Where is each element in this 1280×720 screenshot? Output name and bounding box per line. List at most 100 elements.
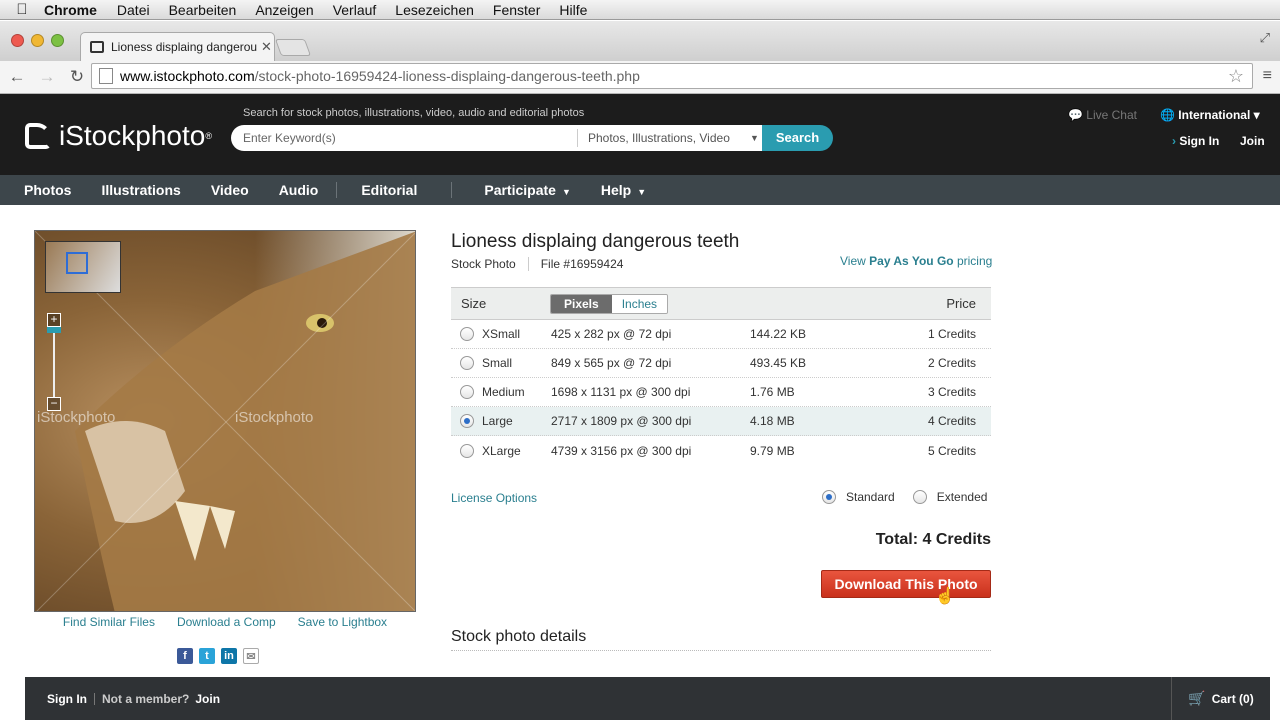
- zoom-in-icon[interactable]: +: [47, 313, 61, 327]
- table-row[interactable]: Large 2717 x 1809 px @ 300 dpi 4.18 MB 4…: [451, 407, 991, 436]
- size-radio[interactable]: [460, 356, 474, 370]
- menu-lesezeichen[interactable]: Lesezeichen: [395, 2, 474, 18]
- extended-license-radio[interactable]: [912, 490, 927, 504]
- size-radio-selected[interactable]: [460, 414, 474, 428]
- nav-participate[interactable]: Participate ▼: [452, 182, 571, 198]
- nav-video[interactable]: Video: [187, 182, 249, 198]
- app-menu-chrome[interactable]: Chrome: [44, 2, 97, 18]
- page-icon: [99, 68, 113, 84]
- forward-icon[interactable]: →: [34, 67, 60, 87]
- sign-in-link[interactable]: › Sign In: [1172, 134, 1219, 148]
- menu-anzeigen[interactable]: Anzeigen: [255, 2, 313, 18]
- facebook-icon[interactable]: f: [177, 648, 193, 664]
- browser-toolbar: ← → ↻ www.istockphoto.com/stock-photo-16…: [0, 61, 1280, 94]
- chrome-menu-icon[interactable]: ≡: [1263, 67, 1272, 85]
- international-selector[interactable]: 🌐 International ▾: [1160, 108, 1260, 122]
- save-lightbox-link[interactable]: Save to Lightbox: [298, 615, 387, 629]
- zoom-window-button[interactable]: [51, 34, 64, 47]
- standard-license-label: Standard: [846, 490, 895, 504]
- search-category-select[interactable]: Photos, Illustrations, Video: [578, 131, 750, 145]
- unit-pixels-button[interactable]: Pixels: [551, 294, 612, 313]
- chevron-down-icon[interactable]: ▼: [750, 133, 759, 143]
- menu-datei[interactable]: Datei: [117, 2, 150, 18]
- mac-menu-bar:  Chrome Datei Bearbeiten Anzeigen Verla…: [0, 0, 1280, 20]
- nav-audio[interactable]: Audio: [255, 182, 338, 198]
- nav-illustrations[interactable]: Illustrations: [77, 182, 180, 198]
- navigator-selection[interactable]: [66, 252, 88, 274]
- cart-label: Cart (0): [1211, 691, 1254, 706]
- navigator-thumbnail[interactable]: [45, 241, 121, 293]
- live-chat-link[interactable]: 💬 Live Chat: [1068, 108, 1137, 122]
- photo-preview[interactable]: + − iStockphoto iStockphoto: [34, 230, 416, 612]
- minimize-window-button[interactable]: [31, 34, 44, 47]
- size-radio[interactable]: [460, 385, 474, 399]
- size-radio[interactable]: [460, 443, 474, 458]
- nav-photos[interactable]: Photos: [0, 182, 71, 198]
- table-row[interactable]: Small 849 x 565 px @ 72 dpi 493.45 KB 2 …: [451, 349, 991, 378]
- table-row[interactable]: XSmall 425 x 282 px @ 72 dpi 144.22 KB 1…: [451, 320, 991, 349]
- twitter-icon[interactable]: t: [199, 648, 215, 664]
- menu-hilfe[interactable]: Hilfe: [559, 2, 587, 18]
- paygo-bold: Pay As You Go: [869, 254, 954, 268]
- standard-license-radio[interactable]: [822, 490, 836, 504]
- search-button[interactable]: Search: [762, 125, 833, 151]
- zoom-track[interactable]: [53, 327, 55, 397]
- chat-bubble-icon: 💬: [1068, 108, 1087, 122]
- globe-icon: 🌐: [1160, 108, 1179, 122]
- size-name: Small: [482, 356, 513, 370]
- apple-icon[interactable]: : [0, 1, 44, 18]
- menu-fenster[interactable]: Fenster: [493, 2, 540, 18]
- main-nav: Photos Illustrations Video Audio Editori…: [0, 175, 1280, 205]
- cart-button[interactable]: 🛒 Cart (0): [1171, 677, 1270, 720]
- extended-license-label: Extended: [936, 490, 988, 504]
- nav-editorial[interactable]: Editorial: [343, 182, 417, 198]
- bottom-join-link[interactable]: Join: [195, 692, 220, 706]
- fullscreen-icon[interactable]: ⤢: [1260, 30, 1270, 46]
- logo-mark-icon: [25, 123, 51, 149]
- close-window-button[interactable]: [11, 34, 24, 47]
- address-bar[interactable]: www.istockphoto.com/stock-photo-16959424…: [91, 63, 1253, 89]
- size-dims: 4739 x 3156 px @ 300 dpi: [551, 443, 692, 458]
- bottom-divider: [94, 692, 95, 705]
- table-row[interactable]: XLarge 4739 x 3156 px @ 300 dpi 9.79 MB …: [451, 436, 991, 465]
- url-path: /stock-photo-16959424-lioness-displaing-…: [254, 68, 640, 84]
- menu-bearbeiten[interactable]: Bearbeiten: [169, 2, 237, 18]
- back-icon[interactable]: ←: [4, 67, 30, 87]
- unit-inches-button[interactable]: Inches: [611, 294, 668, 313]
- bookmark-star-icon[interactable]: ☆: [1228, 66, 1244, 87]
- size-filesize: 144.22 KB: [750, 327, 807, 341]
- new-tab-button[interactable]: [274, 39, 312, 56]
- tab-close-icon[interactable]: ✕: [261, 39, 272, 55]
- linkedin-icon[interactable]: in: [221, 648, 237, 664]
- bottom-bar: Sign In Not a member? Join 🛒 Cart (0): [25, 677, 1270, 720]
- table-row[interactable]: Medium 1698 x 1131 px @ 300 dpi 1.76 MB …: [451, 378, 991, 407]
- license-options-link[interactable]: License Options: [451, 491, 537, 505]
- pay-as-you-go-link[interactable]: View Pay As You Go pricing: [840, 254, 992, 268]
- share-icons: f t in ✉: [177, 648, 259, 664]
- bottom-sign-in-link[interactable]: Sign In: [47, 692, 87, 706]
- istockphoto-logo[interactable]: iStockphoto ®: [25, 120, 212, 152]
- search-input[interactable]: Enter Keyword(s): [231, 131, 577, 145]
- tab-title: Lioness displaing dangerous teeth: [111, 40, 257, 54]
- photo-meta: Stock Photo File #16959424: [451, 257, 623, 271]
- browser-tab[interactable]: Lioness displaing dangerous teeth ✕: [80, 32, 275, 61]
- nav-participate-label: Participate: [484, 182, 556, 198]
- search-hint: Search for stock photos, illustrations, …: [243, 107, 585, 119]
- find-similar-link[interactable]: Find Similar Files: [63, 615, 155, 629]
- size-radio[interactable]: [460, 327, 474, 341]
- nav-help[interactable]: Help ▼: [577, 182, 646, 198]
- zoom-knob[interactable]: [47, 327, 61, 333]
- reload-icon[interactable]: ↻: [64, 67, 90, 87]
- paygo-pre: View: [840, 254, 866, 268]
- download-comp-link[interactable]: Download a Comp: [177, 615, 276, 629]
- meta-divider: [527, 257, 529, 271]
- size-table-header: Size Pixels Inches Price: [451, 287, 991, 320]
- download-photo-button[interactable]: Download This Photo: [821, 570, 991, 598]
- menu-verlauf[interactable]: Verlauf: [333, 2, 377, 18]
- total-credits: Total: 4 Credits: [875, 531, 991, 548]
- zoom-slider[interactable]: + −: [47, 313, 61, 413]
- email-icon[interactable]: ✉: [243, 648, 259, 664]
- url-domain: www.istockphoto.com: [120, 68, 255, 84]
- join-link[interactable]: Join: [1240, 134, 1265, 148]
- size-name: Medium: [482, 385, 525, 399]
